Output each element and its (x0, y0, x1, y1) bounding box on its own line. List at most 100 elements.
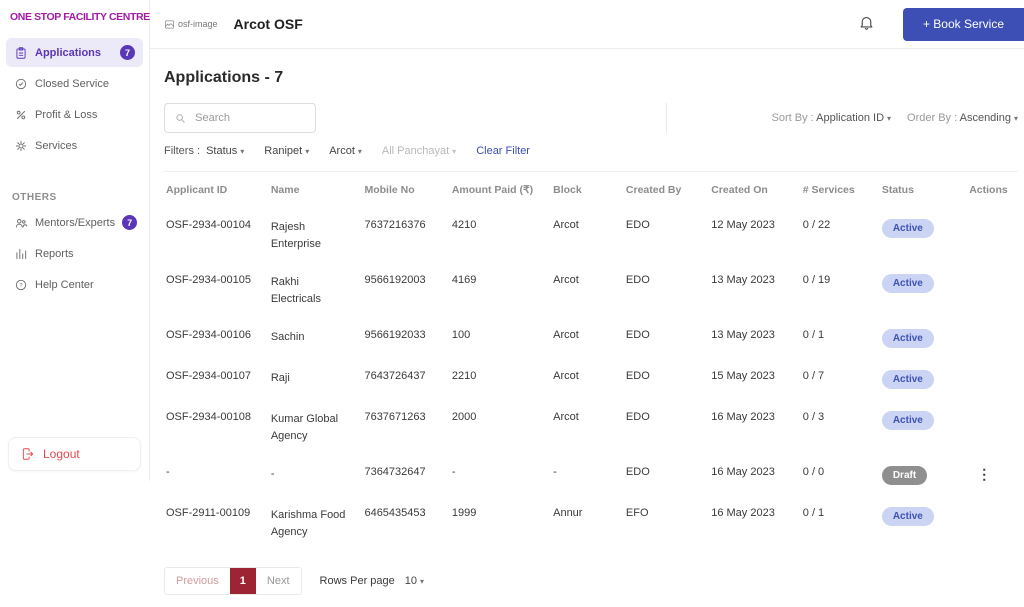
search-icon (176, 113, 185, 123)
district-filter-select[interactable]: Ranipet ▾ (264, 145, 309, 157)
cell-status: Active (874, 359, 961, 400)
current-page-button[interactable]: 1 (229, 568, 256, 594)
table-row[interactable]: OSF-2934-00107 Raji 7643726437 2210 Arcot EDO… (164, 359, 1018, 400)
cell-mobile-no: 9566192033 (364, 329, 426, 341)
col-actions: Actions (969, 184, 1008, 196)
gear-icon (15, 140, 27, 152)
col-services: # Services (802, 184, 855, 196)
status-badge: Active (881, 411, 934, 430)
cell-applicant-id: OSF-2911-00109 (166, 507, 251, 519)
cell-created-on: 15 May 2023 (711, 370, 775, 382)
sidebar-item-reports[interactable]: Reports (6, 240, 143, 268)
col-applicant-id: Applicant ID (166, 184, 228, 196)
col-created-by: Created By (625, 184, 682, 196)
block-filter-select[interactable]: Arcot ▾ (329, 145, 362, 157)
status-badge: Active (881, 274, 934, 293)
rows-per-page: Rows Per page 10 ▾ (320, 575, 424, 587)
table-row[interactable]: OSF-2934-00104 Rajesh Enterprise 763721637… (164, 208, 1018, 263)
applications-heading: Applications - 7 (164, 69, 1018, 87)
people-icon (15, 218, 28, 228)
cell-amount-paid: 2210 (451, 370, 477, 382)
table-row[interactable]: OSF-2934-00108 Kumar Global Agency 7637671… (164, 400, 1018, 455)
cell-applicant-id: OSF-2934-00107 (166, 370, 251, 382)
cell-mobile-no: 9566192003 (364, 274, 426, 286)
cell-name: Karishma Food Agency (270, 509, 346, 538)
cell-block: Arcot (553, 219, 579, 231)
cell-actions: ⋮ (961, 455, 1018, 496)
sidebar-section-others: OTHERS (12, 192, 57, 203)
status-badge: Active (881, 370, 934, 389)
search-input[interactable] (193, 111, 305, 125)
sidebar-item-applications[interactable]: Applications 7 (6, 38, 143, 67)
sidebar-item-profit-loss[interactable]: Profit & Loss (6, 101, 143, 129)
cell-applicant-id: OSF-2934-00104 (166, 219, 251, 231)
book-service-button[interactable]: + Book Service (902, 7, 1024, 41)
logout-icon (22, 448, 34, 460)
cell-mobile-no: 7364732647 (364, 466, 426, 478)
logout-label: Logout (43, 447, 80, 461)
chevron-down-icon: ▾ (887, 114, 892, 123)
chevron-down-icon: ▾ (240, 147, 245, 156)
cell-block: Annur (553, 507, 583, 519)
sidebar-item-services[interactable]: Services (6, 132, 143, 160)
sidebar: ONE STOP FACILITY CENTRE Applications 7 … (0, 0, 150, 481)
search-box[interactable] (164, 103, 316, 133)
previous-page-button[interactable]: Previous (165, 568, 230, 594)
col-block: Block (553, 184, 582, 196)
chevron-down-icon: ▾ (1013, 114, 1018, 123)
sidebar-item-label: Reports (35, 248, 74, 260)
cell-applicant-id: OSF-2934-00106 (166, 329, 251, 341)
cell-status: Active (874, 263, 961, 318)
cell-amount-paid: 4169 (451, 274, 477, 286)
cell-created-by: EDO (625, 274, 650, 286)
chevron-down-icon: ▾ (305, 147, 310, 156)
rows-per-page-select[interactable]: 10 ▾ (405, 575, 424, 587)
table-row[interactable]: - - 7364732647 - - EDO 16 May 2023 0 / 0 Draft ⋮ (164, 455, 1018, 496)
cell-status: Active (874, 496, 961, 551)
cell-services: 0 / 7 (802, 370, 825, 382)
broken-image-icon (165, 19, 174, 29)
cell-mobile-no: 7637671263 (364, 411, 426, 423)
cell-created-on: 16 May 2023 (711, 411, 775, 423)
table-row[interactable]: OSF-2911-00109 Karishma Food Agency 646543… (164, 496, 1018, 551)
sidebar-item-help-center[interactable]: ? Help Center (6, 271, 143, 299)
sort-by-group: Sort By : Application ID ▾ (772, 112, 892, 124)
order-by-select[interactable]: Ascending ▾ (960, 112, 1018, 124)
app-root: ONE STOP FACILITY CENTRE Applications 7 … (0, 0, 1024, 595)
cell-services: 0 / 19 (802, 274, 831, 286)
cell-created-by: EDO (625, 466, 650, 478)
cell-block: Arcot (553, 411, 579, 423)
cell-amount-paid: 2000 (451, 411, 477, 423)
page-title: Arcot OSF (233, 16, 303, 32)
heading-count: 7 (274, 69, 284, 86)
vertical-divider (665, 103, 667, 133)
status-badge: Draft (881, 466, 928, 485)
status-badge: Active (881, 329, 934, 348)
table-row[interactable]: OSF-2934-00106 Sachin 9566192033 100 Arcot ED… (164, 318, 1018, 359)
bar-chart-icon (16, 248, 27, 260)
cell-actions (961, 208, 1018, 263)
row-actions-kebab-icon[interactable]: ⋮ (969, 466, 999, 482)
top-header: osf-image Arcot OSF + Book Service (150, 0, 1024, 49)
chevron-down-icon: ▾ (420, 577, 425, 586)
status-filter-select[interactable]: Status ▾ (206, 145, 244, 157)
sidebar-item-mentors-experts[interactable]: Mentors/Experts 7 (6, 208, 143, 237)
table-row[interactable]: OSF-2934-00105 Rakhi Electricals 956619200… (164, 263, 1018, 318)
next-page-button[interactable]: Next (256, 568, 301, 594)
applications-table-wrap: Applicant ID Name Mobile No Amount Paid … (164, 171, 1018, 551)
applications-table-body: OSF-2934-00104 Rajesh Enterprise 763721637… (164, 208, 1018, 551)
filters-row: Filters : Status ▾ Ranipet ▾ Arcot ▾ All Pa… (164, 145, 1018, 157)
cell-name: Rajesh Enterprise (270, 221, 321, 250)
cell-amount-paid: - (451, 466, 456, 478)
sort-by-select[interactable]: Application ID ▾ (816, 112, 891, 124)
notifications-button[interactable] (856, 12, 877, 36)
sidebar-item-label: Closed Service (35, 78, 109, 90)
osf-logo-broken-image: osf-image (164, 19, 218, 30)
clear-filter-link[interactable]: Clear Filter (476, 145, 530, 157)
sidebar-item-label: Mentors/Experts (35, 216, 116, 229)
cell-created-on: 12 May 2023 (711, 219, 775, 231)
cell-applicant-id: - (166, 466, 170, 478)
panchayat-filter-select: All Panchayat ▾ (381, 145, 457, 157)
logout-button[interactable]: Logout (8, 437, 141, 471)
sidebar-item-closed-service[interactable]: Closed Service (6, 70, 143, 98)
